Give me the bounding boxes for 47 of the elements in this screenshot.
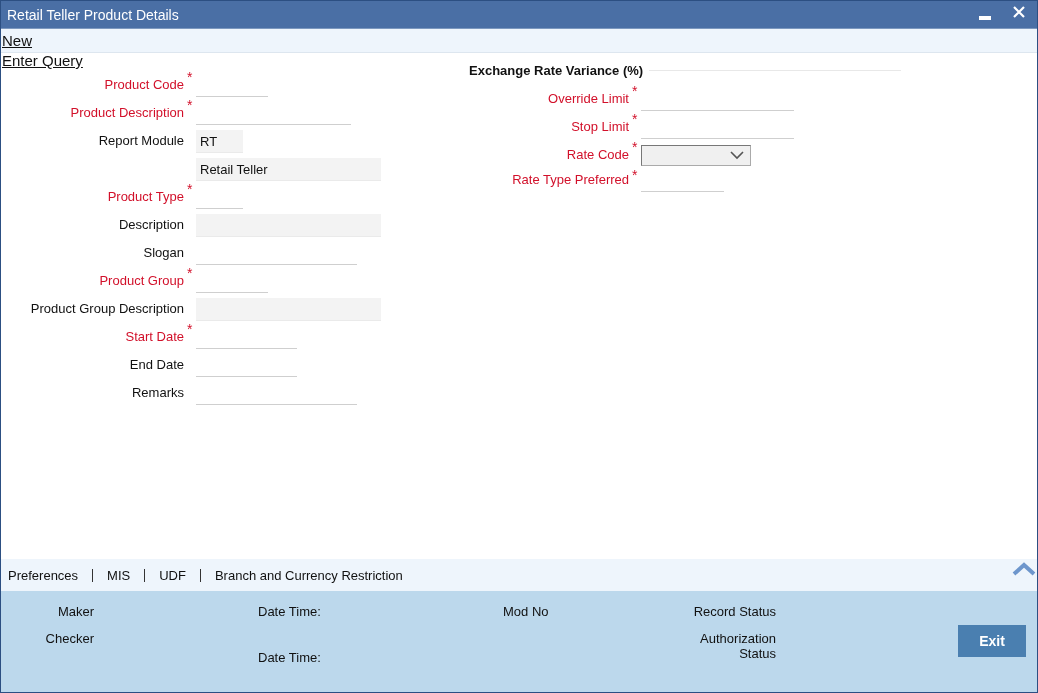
- field-label: Description: [117, 217, 184, 234]
- field-label: Product Description: [69, 105, 184, 122]
- window-title: Retail Teller Product Details: [7, 6, 180, 23]
- required-marker: *: [186, 97, 194, 113]
- enter-query-link[interactable]: Enter Query: [2, 53, 83, 69]
- field-label: Override Limit: [547, 91, 629, 108]
- chevron-down-icon: [730, 151, 744, 160]
- dropdown-field[interactable]: [641, 145, 751, 166]
- field-label: Product Group: [98, 273, 184, 290]
- mod-no-label: Mod No: [503, 604, 550, 619]
- required-marker: *: [186, 181, 194, 197]
- field-label: Report Module: [97, 133, 184, 150]
- authorization-status-label: Authorization Status: [699, 631, 776, 661]
- exit-button[interactable]: Exit: [958, 625, 1026, 657]
- date-time-label: Date Time:: [258, 604, 322, 619]
- required-marker: *: [631, 83, 639, 99]
- required-marker: *: [631, 167, 639, 183]
- field-label: Remarks: [131, 385, 184, 402]
- field-label: Product Code: [103, 77, 184, 94]
- chevron-up-icon[interactable]: [1012, 562, 1036, 576]
- required-marker: *: [186, 69, 194, 85]
- field-label: End Date: [128, 357, 184, 374]
- section-title: Exchange Rate Variance (%): [469, 62, 644, 78]
- date-time-label: Date Time:: [258, 650, 322, 665]
- close-icon[interactable]: [1013, 5, 1025, 18]
- field-label: Product Type: [106, 189, 184, 206]
- minimize-icon[interactable]: [979, 15, 991, 20]
- section-tab[interactable]: Preferences: [8, 567, 79, 583]
- field-label: Rate Code: [565, 147, 629, 164]
- maker-label: Maker: [57, 604, 94, 619]
- readonly-field: RT: [196, 130, 243, 153]
- record-status-label: Record Status: [693, 604, 776, 619]
- section-tab[interactable]: UDF: [159, 567, 186, 583]
- new-link[interactable]: New: [2, 32, 32, 49]
- field-label: Start Date: [124, 329, 184, 346]
- readonly-field: Retail Teller: [196, 158, 381, 181]
- required-marker: *: [631, 111, 639, 127]
- required-marker: *: [186, 321, 194, 337]
- required-marker: *: [186, 265, 194, 281]
- field-label: Slogan: [142, 245, 184, 262]
- field-label: Rate Type Preferred: [511, 172, 629, 189]
- field-label: Stop Limit: [570, 119, 629, 136]
- checker-label: Checker: [45, 631, 94, 646]
- section-tab[interactable]: MIS: [107, 567, 131, 583]
- section-tab[interactable]: Branch and Currency Restriction: [214, 567, 403, 583]
- required-marker: *: [631, 139, 639, 155]
- field-label: Product Group Description: [29, 301, 184, 318]
